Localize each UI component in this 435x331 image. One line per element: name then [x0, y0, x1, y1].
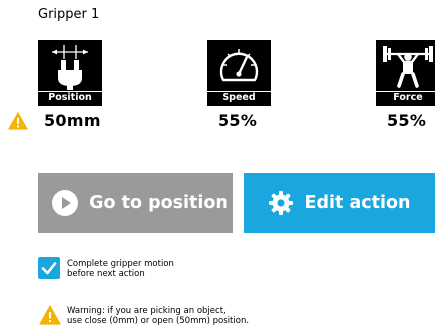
force-label: Force: [393, 92, 423, 103]
complete-motion-label: Complete gripper motion before next acti…: [67, 259, 174, 279]
warning-message: Warning: if you are picking an object, u…: [67, 306, 250, 326]
position-tile: Position: [38, 40, 102, 106]
weightlifter-icon: [383, 46, 433, 88]
warning-icon: [39, 305, 61, 325]
force-value: 55%: [387, 111, 427, 130]
speed-tile: Speed: [207, 40, 271, 106]
checkmark-icon: [41, 262, 57, 275]
complete-motion-checkbox[interactable]: [38, 257, 60, 279]
speedometer-icon: [219, 49, 259, 82]
position-value: 50mm: [44, 111, 101, 130]
speed-label: Speed: [222, 92, 256, 103]
edit-action-button[interactable]: Edit action: [244, 173, 435, 233]
edit-action-label: Edit action: [304, 193, 411, 213]
position-label: Position: [48, 92, 92, 103]
play-circle-icon: [52, 190, 79, 216]
gripper-icon: [52, 45, 88, 90]
gear-icon: [268, 191, 293, 215]
force-tile: Force: [376, 40, 435, 106]
panel-title: Gripper 1: [38, 7, 100, 22]
speed-value: 55%: [218, 111, 258, 130]
go-to-position-label: Go to position: [89, 193, 228, 213]
warning-icon: [8, 112, 28, 130]
go-to-position-button[interactable]: Go to position: [38, 173, 233, 233]
